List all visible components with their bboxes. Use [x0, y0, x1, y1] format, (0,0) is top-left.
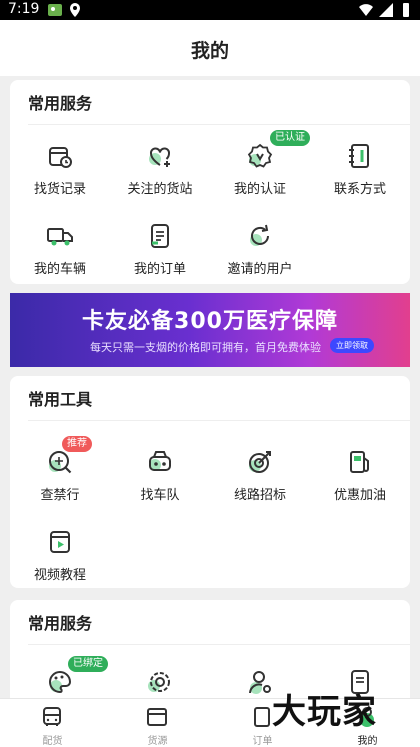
cargo-history-icon — [49, 147, 72, 168]
location-icon — [70, 3, 80, 17]
certified-badge: 已认证 — [270, 130, 310, 146]
item-label: 查禁行 — [40, 488, 80, 503]
tab-label: 订单 — [252, 736, 273, 747]
palette-icon — [49, 670, 72, 694]
fuel-discount-item[interactable]: 优惠加油 — [310, 442, 410, 512]
tab-label: 我的 — [357, 736, 378, 747]
my-orders-item[interactable]: 我的订单 — [110, 216, 210, 286]
watermark: 大玩家 — [272, 692, 377, 732]
car-fleet-icon — [149, 451, 171, 471]
contact-book-icon — [349, 144, 369, 168]
battery-icon — [403, 3, 409, 17]
route-target-icon — [249, 451, 271, 473]
settings-gear-icon — [148, 672, 170, 692]
page-header: 我的 — [0, 20, 420, 76]
box-icon — [147, 708, 167, 726]
item-label: 优惠加油 — [333, 488, 386, 503]
banner-cta-button[interactable]: 立即领取 — [330, 338, 374, 353]
order-doc-icon — [151, 224, 169, 248]
item-label: 我的订单 — [133, 262, 186, 277]
invite-refresh-icon — [250, 224, 269, 246]
item-label: 找货记录 — [33, 182, 86, 197]
item-label: 我的车辆 — [33, 262, 86, 277]
video-tutorial-item[interactable]: 视频教程 — [10, 522, 110, 592]
item-label: 线路招标 — [233, 488, 286, 503]
my-certification-item[interactable]: 我的认证 已认证 — [210, 130, 310, 206]
item-label: 视频教程 — [33, 568, 86, 583]
user-key-icon — [249, 671, 271, 694]
section-divider — [28, 124, 410, 125]
item-label: 联系方式 — [333, 182, 386, 197]
section-divider — [28, 644, 410, 645]
status-bar: 7:19 — [0, 0, 420, 20]
banner-title: 卡友必备300万医疗保障 — [82, 309, 338, 334]
fuel-pump-icon — [350, 451, 369, 473]
tab-label: 配货 — [42, 736, 63, 747]
route-bidding-item[interactable]: 线路招标 — [210, 442, 310, 512]
order-icon — [254, 707, 270, 727]
tab-cargo-source[interactable]: 货源 — [105, 699, 210, 747]
signal-icon — [379, 3, 393, 17]
invited-users-item[interactable]: 邀请的用户 — [210, 216, 310, 286]
section-title: 常用工具 — [28, 390, 93, 409]
restriction-check-item[interactable]: 查禁行 推荐 — [10, 436, 110, 512]
status-time: 7:19 — [8, 1, 40, 17]
common-tools-card: 常用工具 查禁行 推荐 找车队 线路招标 优惠加油 视频教程 — [10, 376, 410, 588]
my-vehicles-item[interactable]: 我的车辆 — [10, 216, 110, 286]
item-label: 我的认证 — [233, 182, 286, 197]
insurance-banner[interactable]: 卡友必备300万医疗保障 每天只需一支烟的价格即可拥有，首月免费体验 立即领取 — [10, 293, 410, 367]
item-label: 邀请的用户 — [227, 262, 293, 277]
followed-station-item[interactable]: 关注的货站 — [110, 136, 210, 206]
page-title: 我的 — [190, 40, 229, 62]
cargo-history-item[interactable]: 找货记录 — [10, 136, 110, 206]
item-label: 找车队 — [140, 488, 180, 503]
bound-badge: 已绑定 — [68, 656, 108, 672]
find-fleet-item[interactable]: 找车队 — [110, 442, 210, 512]
item-label: 关注的货站 — [127, 182, 193, 197]
truck-icon — [47, 228, 73, 246]
contact-info-item[interactable]: 联系方式 — [310, 136, 410, 206]
banner-subtitle: 每天只需一支烟的价格即可拥有，首月免费体验 — [90, 341, 321, 354]
wifi-icon — [359, 4, 373, 16]
tab-label: 货源 — [147, 736, 168, 747]
image-notification-icon — [48, 4, 62, 16]
verified-badge-icon — [247, 143, 273, 168]
recommend-badge: 推荐 — [62, 436, 92, 452]
bus-icon — [43, 707, 61, 726]
restriction-search-icon — [49, 451, 72, 474]
tab-dispatch[interactable]: 配货 — [0, 699, 105, 747]
section-divider — [28, 420, 410, 421]
heart-plus-icon — [149, 147, 170, 167]
video-tutorial-icon — [50, 531, 70, 553]
common-services-card: 常用服务 找货记录 关注的货站 我的认证 已认证 联系方式 我的车辆 我的订单 … — [10, 80, 410, 284]
section-title: 常用服务 — [28, 94, 93, 113]
section-title: 常用服务 — [28, 614, 93, 633]
